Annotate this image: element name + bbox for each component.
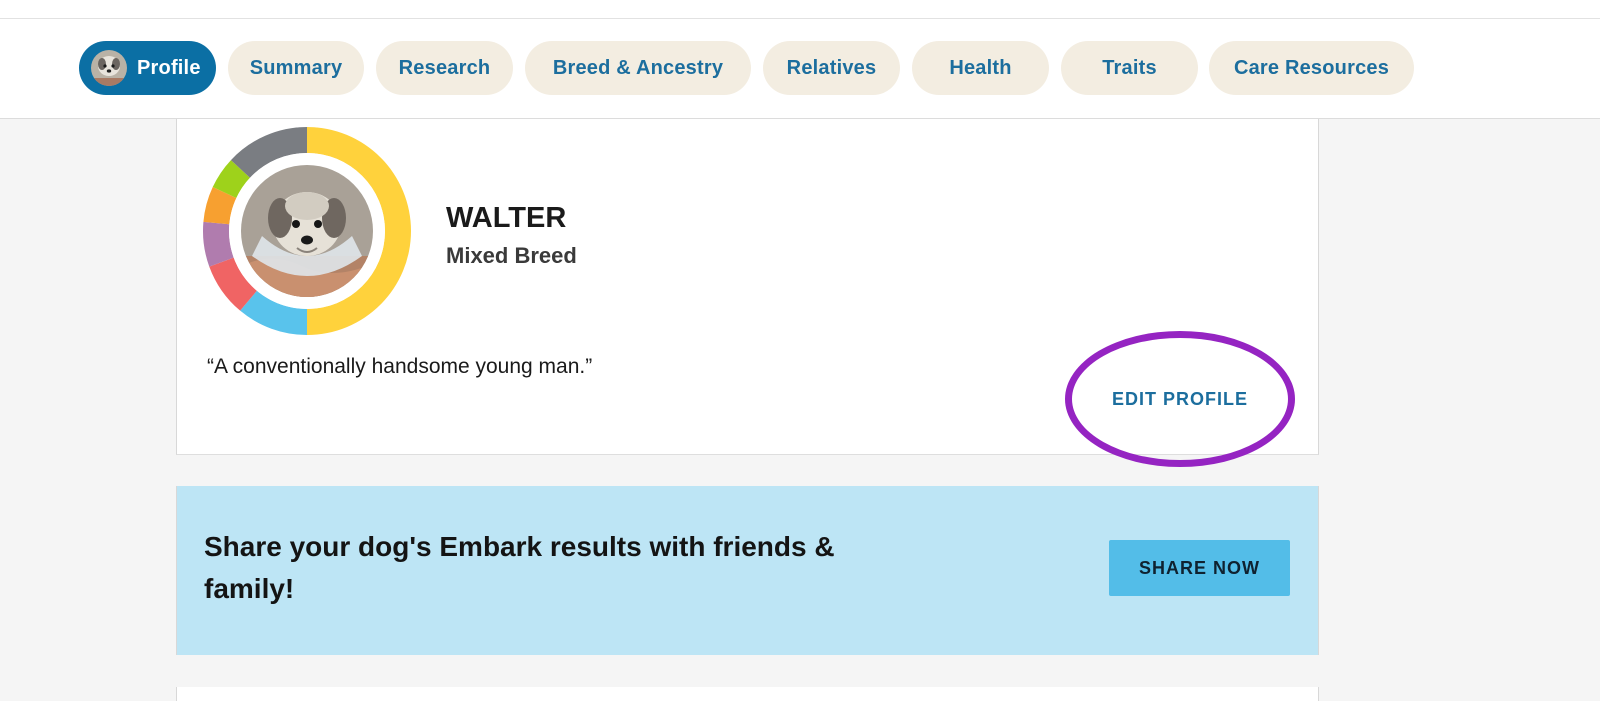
tab-breed-ancestry[interactable]: Breed & Ancestry bbox=[525, 41, 751, 95]
tab-care-resources[interactable]: Care Resources bbox=[1209, 41, 1414, 95]
tab-breed-ancestry-label: Breed & Ancestry bbox=[552, 56, 724, 79]
tab-summary-label: Summary bbox=[249, 56, 343, 79]
dog-breed: Mixed Breed bbox=[446, 243, 577, 268]
tab-profile[interactable]: Profile bbox=[79, 41, 216, 95]
tab-research-label: Research bbox=[398, 56, 491, 79]
tab-relatives-label: Relatives bbox=[786, 56, 877, 79]
dog-avatar-small bbox=[91, 50, 127, 86]
ancestry-ring bbox=[202, 126, 412, 336]
tab-health[interactable]: Health bbox=[912, 41, 1049, 95]
tab-research[interactable]: Research bbox=[376, 41, 513, 95]
dog-quote: “A conventionally handsome young man.” bbox=[207, 355, 593, 378]
next-card-edge bbox=[176, 687, 1319, 701]
tab-relatives[interactable]: Relatives bbox=[763, 41, 900, 95]
top-strip bbox=[0, 0, 1600, 19]
tab-profile-label: Profile bbox=[137, 56, 201, 79]
edit-profile-button[interactable]: EDIT PROFILE bbox=[1065, 331, 1295, 467]
tab-summary[interactable]: Summary bbox=[228, 41, 364, 95]
tab-health-label: Health bbox=[949, 56, 1012, 79]
share-message: Share your dog's Embark results with fri… bbox=[204, 531, 835, 604]
tab-traits[interactable]: Traits bbox=[1061, 41, 1198, 95]
edit-profile-label: EDIT PROFILE bbox=[1111, 388, 1248, 409]
profile-nav-bar: Profile Summary Research Breed & Ancestr… bbox=[0, 19, 1600, 119]
dog-profile-card: WALTER Mixed Breed “A conventionally han… bbox=[176, 119, 1319, 467]
tab-care-resources-label: Care Resources bbox=[1233, 56, 1390, 79]
tab-traits-label: Traits bbox=[1102, 56, 1157, 79]
share-now-button[interactable]: SHARE NOW bbox=[1109, 540, 1290, 596]
share-banner: Share your dog's Embark results with fri… bbox=[176, 486, 1319, 655]
dog-name: WALTER bbox=[446, 202, 567, 234]
